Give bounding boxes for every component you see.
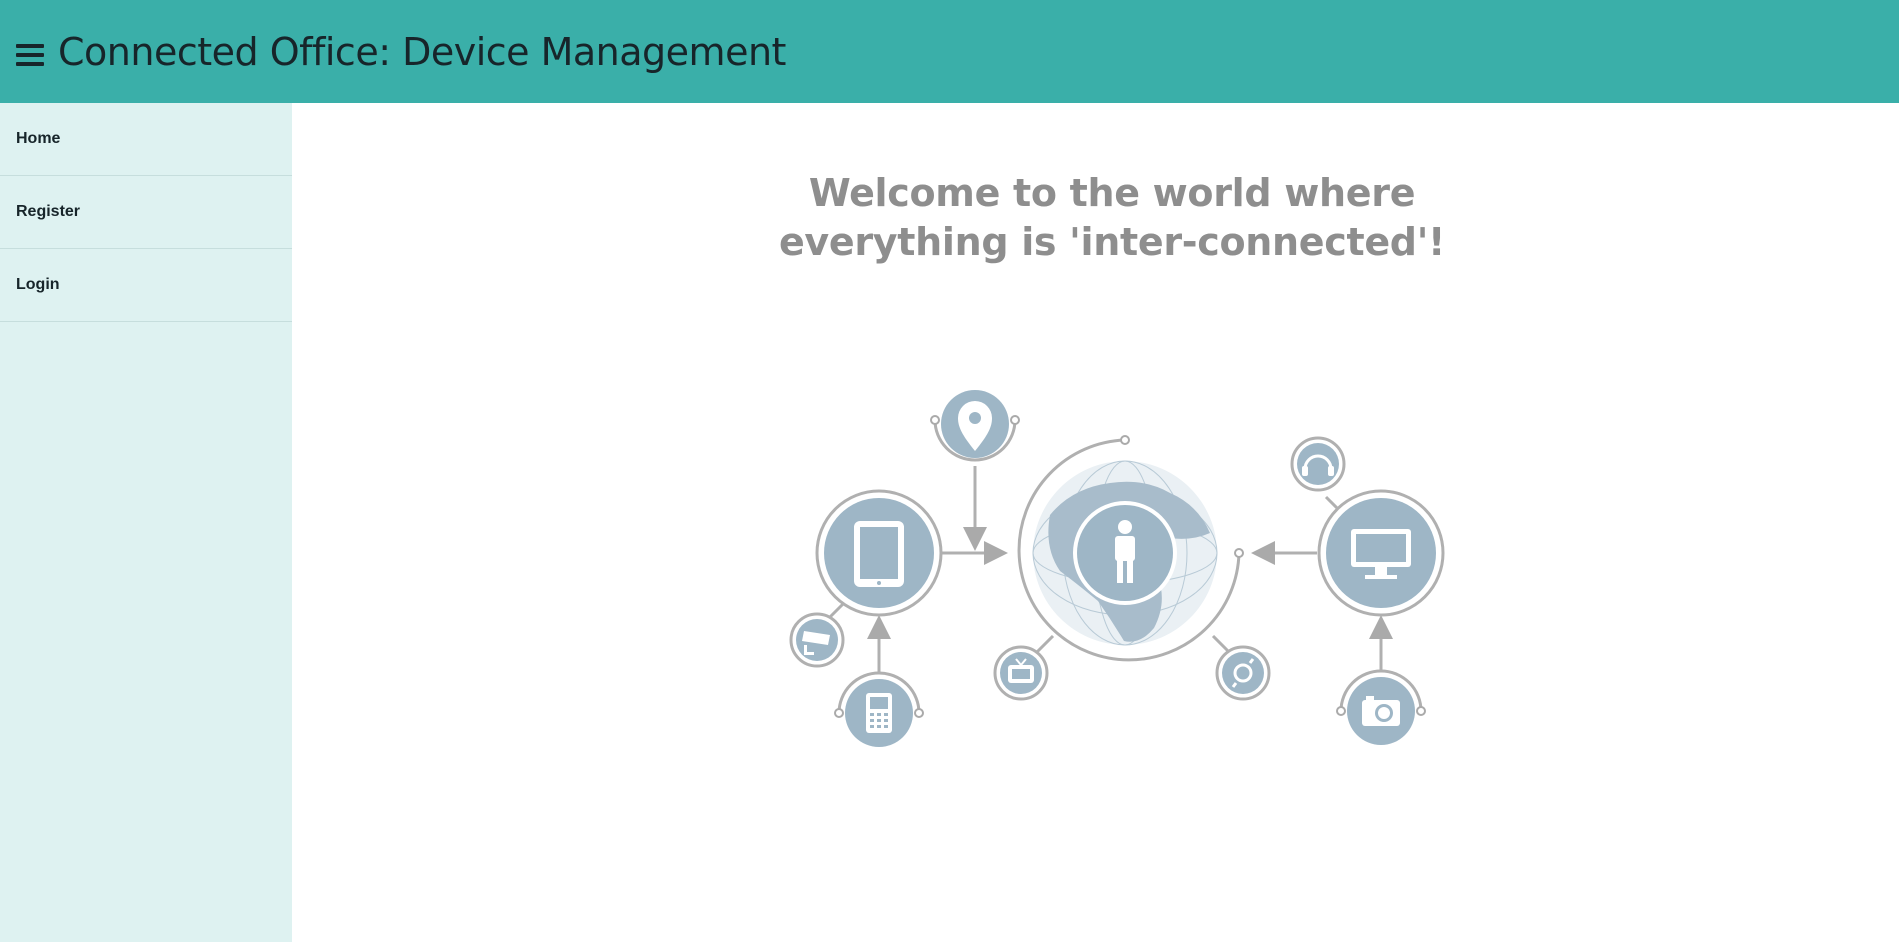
mobile-phone-icon xyxy=(834,671,924,747)
watch-icon xyxy=(1215,645,1271,701)
welcome-heading: Welcome to the world where everything is… xyxy=(292,169,1899,267)
monitor-icon xyxy=(1317,489,1445,617)
welcome-line-1: Welcome to the world where xyxy=(808,171,1416,215)
hamburger-menu-icon[interactable] xyxy=(16,43,44,66)
app-header: Connected Office: Device Management xyxy=(0,0,1899,103)
sidebar-item-register[interactable]: Register xyxy=(0,176,292,249)
person-icon xyxy=(1073,501,1177,605)
connected-devices-illustration xyxy=(789,390,1445,747)
sidebar-item-home[interactable]: Home xyxy=(0,103,292,176)
headphones-icon xyxy=(1290,436,1346,492)
cctv-camera-icon xyxy=(789,612,845,668)
welcome-line-2: everything is 'inter-connected'! xyxy=(778,220,1446,264)
sidebar-item-login[interactable]: Login xyxy=(0,249,292,322)
app-title: Connected Office: Device Management xyxy=(58,29,786,74)
main-content: Welcome to the world where everything is… xyxy=(292,103,1899,942)
photo-camera-icon xyxy=(1336,669,1426,745)
tablet-icon xyxy=(815,489,943,617)
sidebar: Home Register Login xyxy=(0,103,292,942)
location-pin-icon xyxy=(930,390,1020,462)
tv-icon xyxy=(993,645,1049,701)
